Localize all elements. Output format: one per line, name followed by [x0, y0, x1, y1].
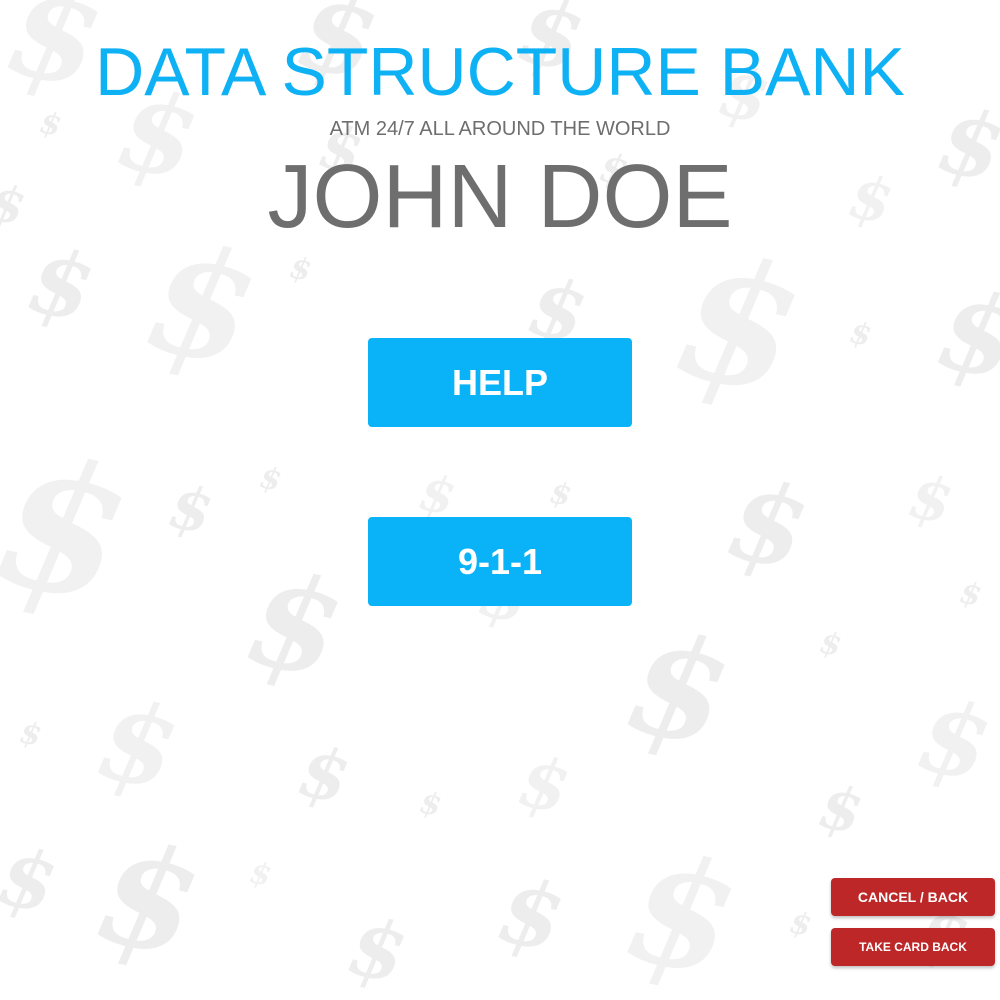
dollar-sign-icon: $ [786, 905, 815, 944]
dollar-sign-icon: $ [903, 461, 959, 539]
bank-title: DATA STRUCTURE BANK [95, 34, 905, 110]
dollar-sign-icon: $ [813, 771, 869, 849]
cancel-back-label: CANCEL / BACK [857, 889, 969, 905]
dollar-sign-icon: $ [246, 855, 275, 894]
dollar-sign-icon: $ [927, 263, 1000, 406]
bank-tagline: ATM 24/7 ALL AROUND THE WORLD [329, 118, 671, 140]
dollar-sign-icon: $ [660, 214, 818, 436]
dollar-sign-icon: $ [286, 250, 315, 289]
dollar-sign-icon: $ [16, 715, 45, 754]
dollar-sign-icon: $ [956, 575, 985, 614]
help-button[interactable]: HELP [368, 338, 632, 427]
cancel-back-button[interactable]: CANCEL / BACK [831, 878, 995, 916]
dollar-sign-icon: $ [546, 475, 575, 514]
take-card-back-button[interactable]: TAKE CARD BACK [831, 928, 995, 966]
dollar-sign-icon: $ [512, 738, 577, 831]
atm-screen: $ $ $ $ $ $ $ $ $ $ $ $ $ $ $ $ $ $ $ $ $ $ $ $ $ $ $ $ $ $ $ $ $ $ $ $ $ $ $ $… [0, 0, 1000, 1000]
dollar-sign-icon: $ [0, 413, 146, 646]
emergency-button-label: 9-1-1 [457, 540, 543, 582]
dollar-sign-icon: $ [489, 856, 573, 974]
help-button-label: HELP [451, 361, 548, 403]
dollar-sign-icon: $ [87, 673, 190, 816]
dollar-sign-icon: $ [340, 898, 415, 1000]
emergency-911-button[interactable]: 9-1-1 [368, 517, 632, 606]
dollar-sign-icon: $ [612, 818, 752, 1000]
dollar-sign-icon: $ [256, 460, 285, 499]
dollar-sign-icon: $ [416, 785, 445, 824]
take-card-back-label: TAKE CARD BACK [859, 940, 967, 954]
dollar-sign-icon: $ [19, 226, 103, 344]
dollar-sign-icon: $ [84, 809, 214, 991]
dollar-sign-icon: $ [614, 599, 744, 781]
dollar-sign-icon: $ [846, 315, 875, 354]
dollar-sign-icon: $ [292, 728, 357, 821]
dollar-sign-icon: $ [235, 540, 356, 709]
dollar-sign-icon: $ [908, 675, 1000, 805]
dollar-sign-icon: $ [414, 462, 461, 527]
dollar-sign-icon: $ [717, 453, 820, 596]
dollar-sign-icon: $ [0, 828, 65, 932]
dollar-sign-icon: $ [132, 208, 272, 402]
dollar-sign-icon: $ [163, 471, 219, 549]
dollar-sign-icon: $ [816, 625, 845, 664]
customer-name: JOHN DOE [267, 147, 733, 247]
